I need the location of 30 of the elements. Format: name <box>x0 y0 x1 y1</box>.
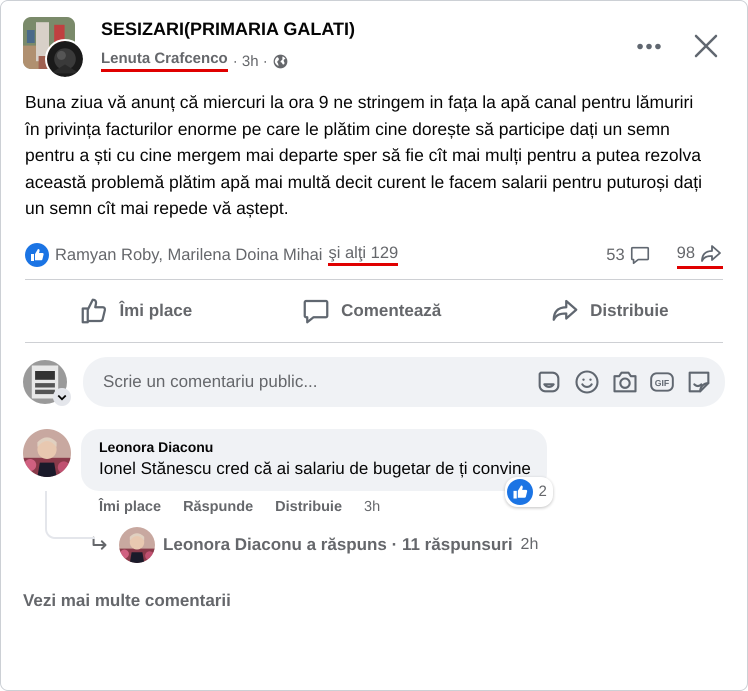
comment-text: Ionel Stănescu cred că ai salariu de bugetar de ți convine <box>99 458 531 478</box>
like-badge-icon <box>506 478 533 504</box>
others-count-link[interactable]: şi alţi 129 <box>328 244 398 266</box>
chevron-down-icon <box>53 388 71 406</box>
like-button[interactable]: Îmi place <box>59 286 212 336</box>
share-button[interactable]: Distribuie <box>530 286 689 336</box>
post-text: Buna ziua vă anunț că miercuri la ora 9 ne stringem in fața la apă canal pentru lămuriri în privința facturilor enorme pe care le plătim cine dorește să participe dați un semn pentru a ști cu cine mergem mai departe sper să fie cît mai mulți pentru a putea rezolva această problemă plătim apă mai multă decit curent le facem salarii pentru puturoși dați un semn cît mai repede vă aștept. <box>24 91 704 220</box>
reactors-names[interactable]: Ramyan Roby, Marilena Doina Mihai <box>55 246 322 264</box>
comment-time[interactable]: 3h <box>364 498 380 514</box>
smiley-icon[interactable] <box>573 368 601 396</box>
globe-icon <box>272 54 288 68</box>
group-name[interactable]: SESIZARI(PRIMARIA GALATI) <box>101 19 355 40</box>
comment-button[interactable]: Comentează <box>281 286 462 336</box>
shares-count[interactable]: 98 <box>676 242 723 268</box>
comment-field[interactable]: Scrie un comentariu public... GIF <box>83 356 725 406</box>
comment-action-link[interactable]: Îmi place <box>99 498 162 514</box>
comment-action-link[interactable]: Răspunde <box>183 498 254 514</box>
author-name[interactable]: Lenuta Crafcenco <box>101 50 228 72</box>
speech-bubble-icon <box>628 244 651 266</box>
like-badge-icon <box>25 243 49 267</box>
thread-line <box>45 490 95 538</box>
post-time[interactable]: · 3h · <box>232 52 268 70</box>
comments-count[interactable]: 53 <box>606 246 625 264</box>
reaction-badge[interactable]: 2 <box>504 476 553 506</box>
view-replies-link[interactable]: Leonora Diaconu a răspuns · 11 răspunsuri <box>163 534 513 554</box>
more-comments-link[interactable]: Vezi mai multe comentarii <box>23 590 231 610</box>
reply-time: 2h <box>520 536 538 554</box>
comment-action-link[interactable]: Distribuie <box>275 498 342 514</box>
commenter-name[interactable]: Leonora Diaconu <box>99 438 214 454</box>
more-icon <box>637 42 661 50</box>
